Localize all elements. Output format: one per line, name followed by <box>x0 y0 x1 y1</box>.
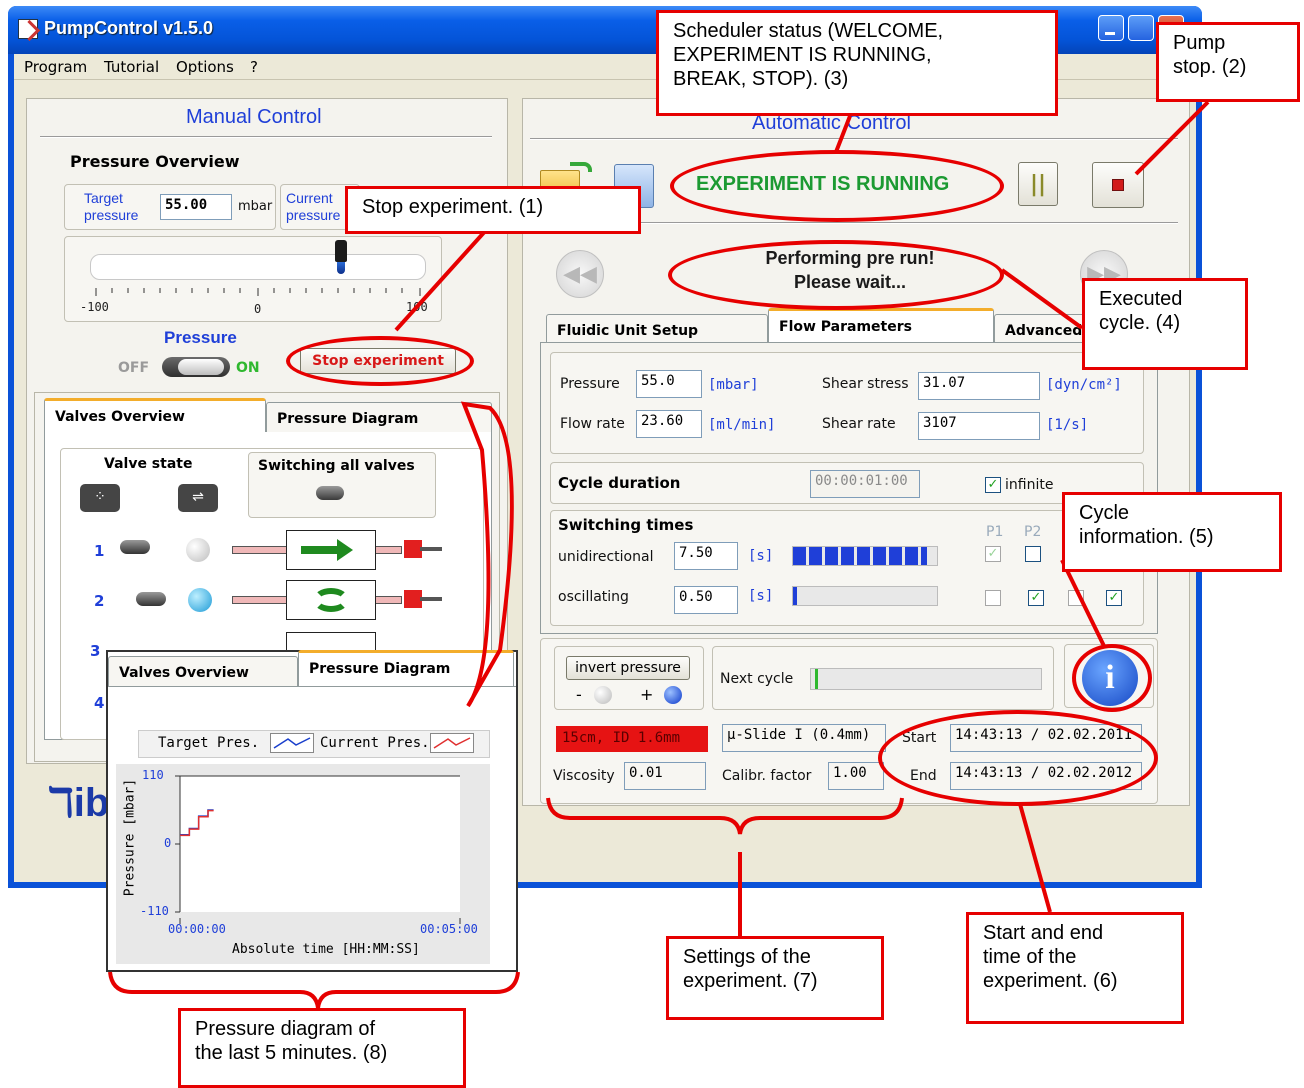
callout-pump-stop: Pump stop. (2) <box>1156 22 1300 102</box>
callout-stop-experiment: Stop experiment. (1) <box>345 186 641 234</box>
callout-executed-cycle: Executed cycle. (4) <box>1082 278 1248 370</box>
callout-settings: Settings of the experiment. (7) <box>666 936 884 1020</box>
callout-pressure-diagram: Pressure diagram of the last 5 minutes. … <box>178 1008 466 1088</box>
callout-scheduler-status: Scheduler status (WELCOME, EXPERIMENT IS… <box>656 10 1058 116</box>
start-end-highlight <box>878 710 1158 806</box>
cycle-info-highlight <box>1072 644 1152 712</box>
callout-cycle-info: Cycle information. (5) <box>1062 492 1282 572</box>
stop-experiment-highlight <box>286 336 474 386</box>
callout-start-end: Start and end time of the experiment. (6… <box>966 912 1184 1024</box>
executed-cycle-highlight <box>668 240 1004 310</box>
scheduler-status-highlight <box>670 150 1004 222</box>
